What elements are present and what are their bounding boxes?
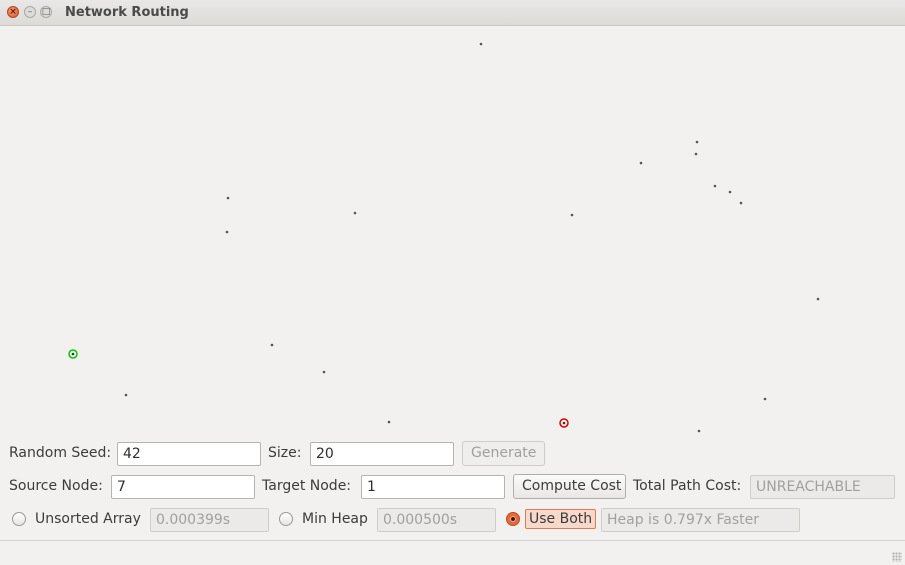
graph-node: [270, 343, 274, 347]
source-node-input[interactable]: [111, 475, 255, 499]
use-both-radio[interactable]: [506, 512, 520, 526]
generate-button[interactable]: Generate: [462, 441, 545, 466]
graph-node: [713, 184, 717, 188]
size-label: Size:: [268, 445, 302, 461]
min-heap-label[interactable]: Min Heap: [302, 511, 368, 527]
graph-node: [697, 429, 701, 433]
maximize-window-button[interactable]: □: [40, 6, 52, 18]
resize-grip-icon[interactable]: [892, 552, 902, 562]
graph-node: [322, 370, 326, 374]
size-input[interactable]: [310, 442, 454, 466]
use-both-label[interactable]: Use Both: [525, 509, 597, 529]
compute-cost-button[interactable]: Compute Cost: [513, 474, 626, 499]
graph-node: [739, 201, 743, 205]
graph-node: [353, 211, 357, 215]
graph-node: [816, 297, 820, 301]
graph-node: [728, 190, 732, 194]
graph-node: [387, 420, 391, 424]
graph-node: [639, 161, 643, 165]
unsorted-array-time: [150, 508, 269, 532]
total-path-cost-label: Total Path Cost:: [633, 478, 742, 494]
title-bar: × – □ Network Routing: [0, 0, 905, 26]
source-node-marker: [68, 349, 78, 359]
status-bar: [0, 540, 905, 565]
target-node-label: Target Node:: [262, 478, 352, 494]
target-node-input[interactable]: [361, 475, 505, 499]
random-seed-label: Random Seed:: [9, 445, 112, 461]
graph-node: [570, 213, 574, 217]
close-window-button[interactable]: ×: [7, 6, 19, 18]
graph-node: [226, 196, 230, 200]
window-title: Network Routing: [65, 5, 189, 20]
graph-node: [694, 152, 698, 156]
minimize-window-button[interactable]: –: [24, 6, 36, 18]
graph-node: [225, 230, 229, 234]
network-canvas[interactable]: [0, 26, 905, 438]
target-node-marker: [559, 418, 569, 428]
graph-node: [763, 397, 767, 401]
min-heap-time: [377, 508, 496, 532]
unsorted-array-label[interactable]: Unsorted Array: [35, 511, 141, 527]
graph-node: [695, 140, 699, 144]
total-path-cost-output: [750, 475, 895, 499]
graph-node: [124, 393, 128, 397]
comparison-output: [601, 508, 800, 532]
random-seed-input[interactable]: [117, 442, 261, 466]
graph-node: [479, 42, 483, 46]
source-node-label: Source Node:: [9, 478, 103, 494]
min-heap-radio[interactable]: [279, 512, 293, 526]
unsorted-array-radio[interactable]: [12, 512, 26, 526]
